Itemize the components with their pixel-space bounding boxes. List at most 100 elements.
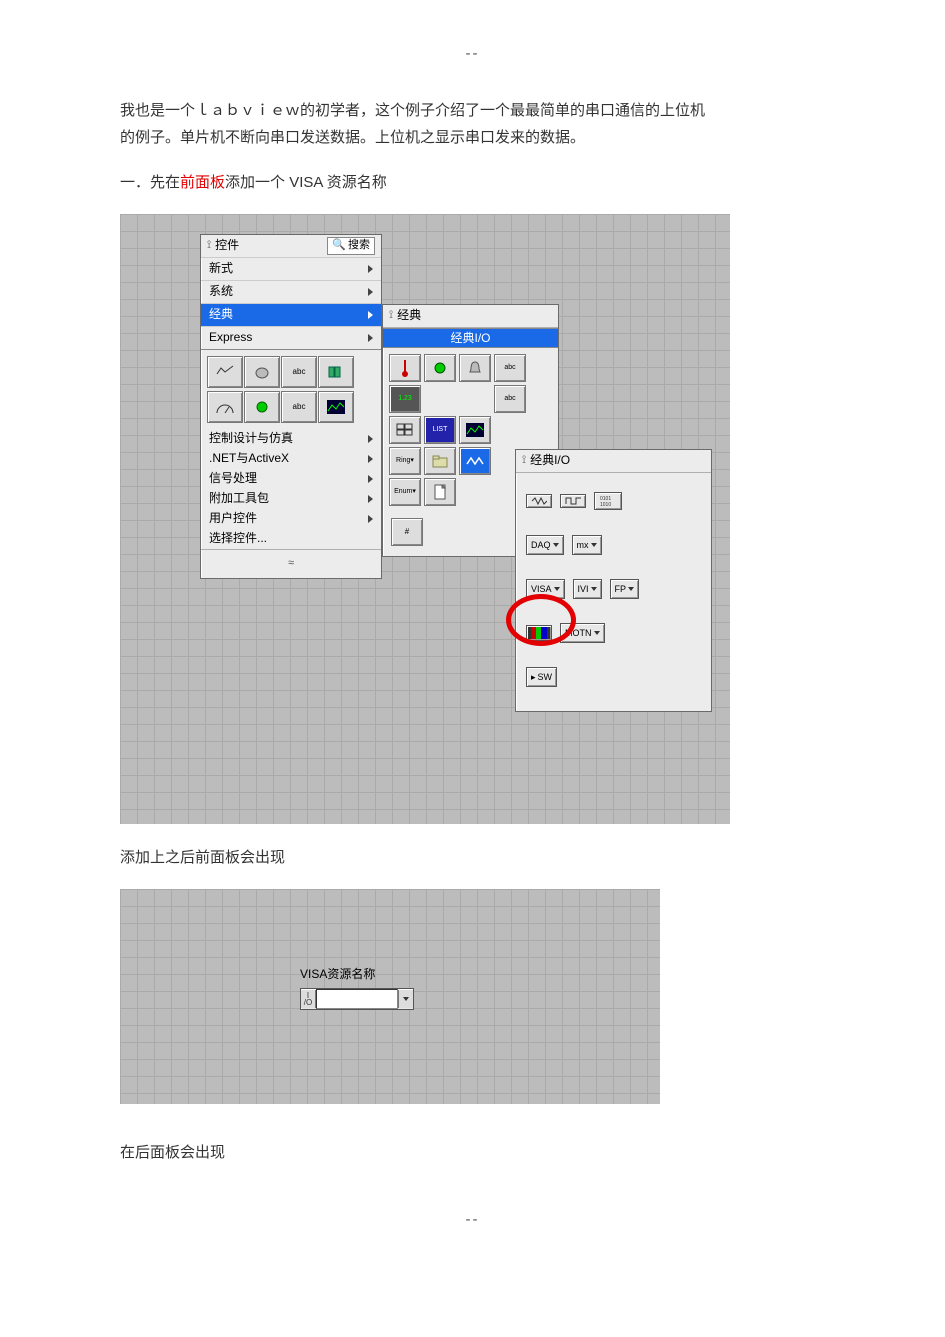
classic-io-header: 经典I/O	[383, 328, 558, 348]
icon-graph-classic[interactable]	[459, 416, 491, 444]
icon-knob[interactable]	[207, 391, 243, 423]
io-btn-wave[interactable]	[526, 494, 552, 508]
classic-palette-title: ⟟ 经典	[383, 305, 558, 328]
menu-item-system-label: 系统	[209, 281, 233, 303]
step1-suffix: 添加一个 VISA 资源名称	[225, 174, 387, 191]
after-add-text-2: 在后面板会出现	[120, 1139, 825, 1166]
express-icon-grid: abc abc	[201, 350, 381, 429]
chevron-right-icon	[368, 475, 373, 483]
icon-graph[interactable]	[318, 391, 354, 423]
io-btn-mx[interactable]: mx	[572, 535, 602, 555]
chevron-down-icon	[553, 543, 559, 547]
intro-line1: 我也是一个ｌａｂｖｉｅｗ的初学者，这个例子介绍了一个最最简单的串口通信的上位机	[120, 102, 705, 119]
icon-abc-box[interactable]: abc	[494, 354, 526, 382]
io-btn-imaq[interactable]	[526, 625, 552, 641]
icon-refnum[interactable]: #	[391, 518, 423, 546]
icon-folder[interactable]	[424, 447, 456, 475]
collapse-toggle[interactable]: ≈	[201, 549, 381, 578]
menu-item-express[interactable]: Express	[201, 326, 381, 350]
menu-item-system[interactable]: 系统	[201, 280, 381, 304]
icon-list-classic[interactable]: LIST	[424, 416, 456, 444]
icon-led[interactable]	[244, 391, 280, 423]
io-btn-daq[interactable]: DAQ	[526, 535, 564, 555]
io-row-4: MOTN	[516, 619, 711, 647]
menu-item-new-label: 新式	[209, 258, 233, 280]
visa-resource-combo[interactable]: I/O	[300, 988, 414, 1010]
after-add-text: 添加上之后前面板会出现	[120, 844, 825, 871]
intro-line2: 的例子。单片机不断向串口发送数据。上位机之显示串口发来的数据。	[120, 129, 585, 146]
io-btn-daq-label: DAQ	[531, 537, 551, 553]
icon-led-classic[interactable]	[424, 354, 456, 382]
icon-numeric[interactable]	[207, 356, 243, 388]
io-btn-ivi[interactable]: IVI	[573, 579, 602, 599]
icon-text[interactable]: abc	[281, 391, 317, 423]
chevron-down-icon	[591, 543, 597, 547]
icon-list[interactable]	[318, 356, 354, 388]
menu-item-classic[interactable]: 经典	[201, 303, 381, 327]
menu-item-controlsim[interactable]: 控制设计与仿真	[201, 429, 381, 449]
io-row-1: 01011010	[516, 487, 711, 515]
controls-palette-title: ⟟ 控件 🔍 搜索	[201, 235, 381, 258]
icon-ring[interactable]: Ring▾	[389, 447, 421, 475]
icon-abc-box2[interactable]: abc	[494, 385, 526, 413]
io-btn-fp[interactable]: FP	[610, 579, 640, 599]
chevron-right-icon	[368, 311, 373, 319]
visa-resource-label: VISA资源名称	[300, 964, 414, 986]
visa-resource-field[interactable]	[316, 989, 398, 1009]
menu-item-addon[interactable]: 附加工具包	[201, 489, 381, 509]
visa-resource-control: VISA资源名称 I/O	[300, 964, 414, 1010]
page-separator-bottom: --	[0, 1206, 945, 1233]
icon-bell[interactable]	[459, 354, 491, 382]
chevron-right-icon	[368, 495, 373, 503]
classic-palette-title-text: 经典	[397, 305, 421, 327]
pin-icon: ⟟	[522, 451, 526, 471]
icon-empty	[424, 385, 454, 411]
io-btn-square[interactable]	[560, 494, 586, 508]
icon-boolean[interactable]	[244, 356, 280, 388]
icon-empty	[459, 385, 489, 411]
io-btn-digital[interactable]: 01011010	[594, 492, 622, 510]
io-btn-motn-label: MOTN	[565, 625, 592, 641]
icon-enum[interactable]: Enum▾	[389, 478, 421, 506]
visa-dropdown-button[interactable]	[398, 990, 413, 1008]
io-btn-mx-label: mx	[577, 537, 589, 553]
pin-icon: ⟟	[207, 236, 211, 256]
io-btn-motn[interactable]: MOTN	[560, 623, 605, 643]
step1-red-text: 前面板	[180, 174, 225, 191]
search-icon: 🔍	[332, 236, 346, 256]
menu-item-userctrl[interactable]: 用户控件	[201, 509, 381, 529]
io-btn-fp-label: FP	[615, 581, 627, 597]
io-btn-sw-label: SW	[538, 669, 553, 685]
page-separator-top: --	[0, 40, 945, 67]
icon-io-selected[interactable]	[459, 447, 491, 475]
icon-123[interactable]: 1.23	[389, 385, 421, 413]
menu-item-signal[interactable]: 信号处理	[201, 469, 381, 489]
pin-icon: ⟟	[389, 306, 393, 326]
menu-item-select-label: 选择控件...	[209, 528, 267, 550]
io-btn-visa[interactable]: VISA	[526, 579, 565, 599]
icon-array[interactable]	[389, 416, 421, 444]
io-row-5: ▸SW	[516, 663, 711, 691]
menu-item-new[interactable]: 新式	[201, 257, 381, 281]
step1-prefix: 一．先在	[120, 174, 180, 191]
io-row-2: DAQ mx	[516, 531, 711, 559]
chevron-right-icon	[368, 288, 373, 296]
search-label: 搜索	[348, 236, 370, 256]
io-btn-sw[interactable]: ▸SW	[526, 667, 557, 687]
icon-empty	[529, 354, 559, 380]
icon-string[interactable]: abc	[281, 356, 317, 388]
icon-page[interactable]	[424, 478, 456, 506]
icon-thermometer[interactable]	[389, 354, 421, 382]
icon-empty	[494, 416, 524, 442]
controls-palette: ⟟ 控件 🔍 搜索 新式 系统 经典 Express	[200, 234, 382, 579]
screenshot-front-panel-palette: ⟟ 控件 🔍 搜索 新式 系统 经典 Express	[120, 214, 730, 824]
controls-palette-title-text: 控件	[215, 235, 239, 257]
menu-item-classic-label: 经典	[209, 304, 233, 326]
menu-item-dotnet-label: .NET与ActiveX	[209, 448, 289, 470]
palette-search[interactable]: 🔍 搜索	[327, 237, 375, 255]
menu-item-dotnet[interactable]: .NET与ActiveX	[201, 449, 381, 469]
io-row-3: VISA IVI FP	[516, 575, 711, 603]
menu-item-select[interactable]: 选择控件...	[201, 529, 381, 549]
chevron-right-icon	[368, 515, 373, 523]
menu-item-express-label: Express	[209, 327, 252, 349]
